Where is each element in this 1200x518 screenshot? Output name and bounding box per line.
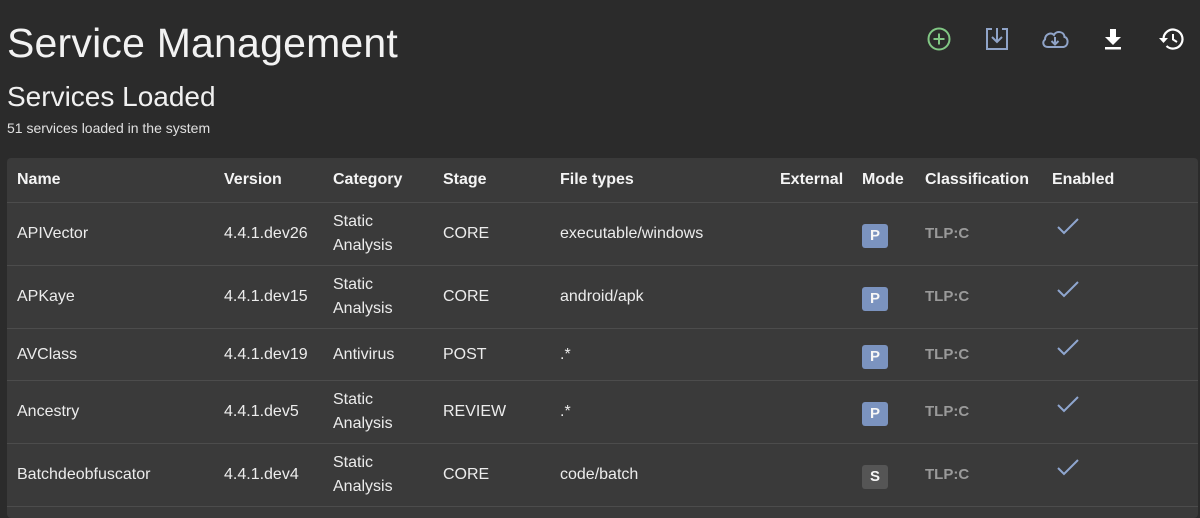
add-service-button[interactable] xyxy=(910,22,968,56)
service-mode-cell: S xyxy=(852,443,915,507)
table-row[interactable]: Batchdeobfuscator 4.4.1.dev4 Static Analys… xyxy=(7,443,1198,507)
checkmark-icon xyxy=(1057,281,1079,298)
services-table-card: Name Version Category Stage File types E… xyxy=(7,158,1198,518)
checkmark-icon xyxy=(1057,396,1079,413)
service-category: Static Analysis xyxy=(323,443,433,507)
service-enabled xyxy=(1042,380,1198,444)
service-category: Static Analysis xyxy=(323,380,433,444)
services-table: Name Version Category Stage File types E… xyxy=(7,158,1198,507)
service-category: Static Analysis xyxy=(323,202,433,266)
service-version: 4.4.1.dev19 xyxy=(214,328,323,381)
add-circle-icon xyxy=(927,27,951,51)
column-header-category[interactable]: Category xyxy=(323,158,433,203)
classification-label: TLP:C xyxy=(925,288,970,305)
service-classification: TLP:C xyxy=(915,328,1042,381)
service-version: 4.4.1.dev15 xyxy=(214,265,323,329)
mode-badge: S xyxy=(862,465,888,489)
service-classification: TLP:C xyxy=(915,202,1042,266)
install-icon xyxy=(986,28,1008,50)
service-name: Ancestry xyxy=(7,380,214,444)
service-version: 4.4.1.dev26 xyxy=(214,202,323,266)
column-header-file-types[interactable]: File types xyxy=(550,158,770,203)
table-row[interactable]: APKaye 4.4.1.dev15 Static Analysis CORE andr… xyxy=(7,265,1198,329)
service-name: AVClass xyxy=(7,328,214,381)
column-header-name[interactable]: Name xyxy=(7,158,214,203)
classification-label: TLP:C xyxy=(925,225,970,242)
service-file-types: code/batch xyxy=(550,443,770,507)
cloud-download-button[interactable] xyxy=(1026,22,1084,56)
service-mode-cell: P xyxy=(852,202,915,266)
service-external xyxy=(770,328,852,381)
service-classification: TLP:C xyxy=(915,443,1042,507)
service-name: APIVector xyxy=(7,202,214,266)
history-icon xyxy=(1159,28,1184,50)
column-header-version[interactable]: Version xyxy=(214,158,323,203)
service-mode-cell: P xyxy=(852,265,915,329)
service-version: 4.4.1.dev4 xyxy=(214,443,323,507)
service-enabled xyxy=(1042,328,1198,381)
cloud-download-icon xyxy=(1042,31,1069,48)
service-mode-cell: P xyxy=(852,328,915,381)
section-subtitle: 51 services loaded in the system xyxy=(7,120,211,136)
service-stage: POST xyxy=(433,328,550,381)
service-external xyxy=(770,202,852,266)
service-category: Static Analysis xyxy=(323,265,433,329)
service-stage: CORE xyxy=(433,202,550,266)
download-button[interactable] xyxy=(1084,22,1142,56)
service-classification: TLP:C xyxy=(915,380,1042,444)
service-enabled xyxy=(1042,443,1198,507)
toolbar xyxy=(910,22,1200,56)
classification-label: TLP:C xyxy=(925,466,970,483)
service-file-types: .* xyxy=(550,380,770,444)
service-file-types: android/apk xyxy=(550,265,770,329)
service-category: Antivirus xyxy=(323,328,433,381)
classification-label: TLP:C xyxy=(925,345,970,363)
service-external xyxy=(770,443,852,507)
table-row[interactable]: APIVector 4.4.1.dev26 Static Analysis CORE e… xyxy=(7,202,1198,266)
mode-badge: P xyxy=(862,402,888,426)
install-service-button[interactable] xyxy=(968,22,1026,56)
service-version: 4.4.1.dev5 xyxy=(214,380,323,444)
column-header-classification[interactable]: Classification xyxy=(915,158,1042,203)
table-header-row: Name Version Category Stage File types E… xyxy=(7,158,1198,203)
column-header-mode[interactable]: Mode xyxy=(852,158,915,203)
service-enabled xyxy=(1042,202,1198,266)
classification-label: TLP:C xyxy=(925,403,970,420)
section-title: Services Loaded xyxy=(7,81,216,112)
mode-badge: P xyxy=(862,224,888,248)
service-external xyxy=(770,380,852,444)
service-external xyxy=(770,265,852,329)
column-header-external[interactable]: External xyxy=(770,158,852,203)
table-row[interactable]: AVClass 4.4.1.dev19 Antivirus POST .* P TLP:C xyxy=(7,328,1198,381)
service-classification: TLP:C xyxy=(915,265,1042,329)
mode-badge: P xyxy=(862,344,888,369)
service-stage: CORE xyxy=(433,265,550,329)
service-stage: CORE xyxy=(433,443,550,507)
service-name: APKaye xyxy=(7,265,214,329)
column-header-enabled[interactable]: Enabled xyxy=(1042,158,1198,203)
page-title: Service Management xyxy=(7,20,399,66)
service-stage: REVIEW xyxy=(433,380,550,444)
service-file-types: .* xyxy=(550,328,770,381)
mode-badge: P xyxy=(862,287,888,311)
checkmark-icon xyxy=(1057,338,1079,355)
service-enabled xyxy=(1042,265,1198,329)
column-header-stage[interactable]: Stage xyxy=(433,158,550,203)
history-button[interactable] xyxy=(1142,22,1200,56)
service-name: Batchdeobfuscator xyxy=(7,443,214,507)
download-icon xyxy=(1105,29,1121,50)
service-file-types: executable/windows xyxy=(550,202,770,266)
checkmark-icon xyxy=(1057,218,1079,235)
checkmark-icon xyxy=(1057,459,1079,476)
service-mode-cell: P xyxy=(852,380,915,444)
table-row[interactable]: Ancestry 4.4.1.dev5 Static Analysis REVIEW.… xyxy=(7,380,1198,444)
